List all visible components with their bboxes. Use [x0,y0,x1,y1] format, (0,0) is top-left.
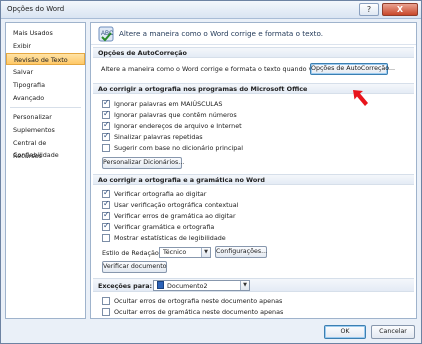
help-button[interactable]: ? [359,3,379,16]
checkbox[interactable]: ✓ [102,120,110,130]
checkmark-icon: ✓ [103,120,110,129]
option-label: Sinalizar palavras repetidas [114,133,203,141]
option-label: Ignorar endereços de arquivo e Internet [114,122,242,130]
proofing-check-icon: ABC [98,26,114,42]
option-label: Verificar ortografia ao digitar [114,190,207,198]
writing-style-value: Técnico [163,249,187,256]
sidebar-item-suplementos[interactable]: Suplementos [6,124,85,136]
writing-style-select[interactable]: Técnico ▼ [159,247,211,258]
title-bar: Opções do Word ? X [1,1,421,19]
checkmark-icon: ✓ [103,98,110,107]
option-label: Sugerir com base no dicionário principal [114,144,243,152]
chevron-down-icon[interactable]: ▼ [240,281,249,290]
option-label: Verificar erros de gramática ao digitar [114,212,236,220]
exceptions-document-value: Documento2 [167,283,208,290]
sidebar-item-recursos[interactable]: Recursos [6,150,85,162]
sidebar-item-tipografia[interactable]: Tipografia [6,79,85,91]
section-word-spelling: Ao corrigir a ortografia e a gramática n… [93,174,414,185]
checkbox[interactable]: ✓ [102,210,110,220]
sidebar-item-personalizar[interactable]: Personalizar [6,111,85,123]
option-label: Ignorar palavras em MAIÚSCULAS [114,100,223,108]
red-pointer-arrow-icon [353,90,368,106]
proofing-panel: ABC Altere a maneira como o Word corrige… [90,22,417,319]
custom-dictionaries-button[interactable]: Personalizar Dicionários... [102,157,184,169]
checkmark-icon: ✓ [103,131,110,140]
option-label: Verificar gramática e ortografia [114,223,215,231]
checkbox[interactable]: ✓ [102,188,110,198]
chevron-down-icon[interactable]: ▼ [201,248,210,257]
section-exceptions: Exceções para: [93,278,414,292]
option-label: Ocultar erros de ortografia neste docume… [114,297,283,305]
checkmark-icon: ✓ [103,188,110,197]
checkbox[interactable] [102,297,110,305]
exceptions-label: Exceções para: [98,282,153,290]
sidebar-item-central-de-confiabilidade[interactable]: Central de Confiabilidade [6,137,85,159]
checkbox[interactable]: ✓ [102,199,110,209]
check-document-button[interactable]: Verificar documento [102,261,167,273]
sidebar-item-exibir[interactable]: Exibir [6,40,85,52]
sidebar-item-avancado[interactable]: Avançado [6,92,85,104]
checkbox[interactable] [102,234,110,242]
checkbox[interactable] [102,308,110,316]
word-document-icon [157,281,164,289]
exceptions-document-select[interactable]: Documento2 ▼ [153,280,250,291]
option-label: Usar verificação ortográfica contextual [114,201,239,209]
writing-style-label: Estilo de Redação: [102,249,161,257]
checkmark-icon: ✓ [103,109,110,118]
sidebar-item-mais-usados[interactable]: Mais Usados [6,27,85,39]
checkbox[interactable] [102,144,110,152]
checkmark-icon: ✓ [103,221,110,230]
checkbox[interactable]: ✓ [102,221,110,231]
cancel-button[interactable]: Cancelar [371,325,415,339]
checkbox[interactable]: ✓ [102,131,110,141]
section-autocorrect: Opções de AutoCorreção [93,47,414,58]
checkbox[interactable]: ✓ [102,98,110,108]
panel-header: ABC Altere a maneira como o Word corrige… [91,23,416,45]
sidebar-divider [10,107,81,108]
checkmark-icon: ✓ [103,210,110,219]
checkmark-icon: ✓ [103,199,110,208]
word-options-window: Opções do Word ? X Mais Usados Exibir Re… [0,0,422,344]
options-sidebar: Mais Usados Exibir Revisão de Texto Salv… [5,22,86,319]
ok-button[interactable]: OK [324,325,366,339]
option-label: Ocultar erros de gramática neste documen… [114,308,284,316]
sidebar-item-revisao-de-texto[interactable]: Revisão de Texto [6,53,85,65]
option-label: Ignorar palavras que contêm números [114,111,237,119]
autocorrect-options-button[interactable]: Opções de AutoCorreção... [310,63,395,75]
option-label: Mostrar estatísticas de legibilidade [114,234,226,242]
sidebar-item-salvar[interactable]: Salvar [6,66,85,78]
close-button[interactable]: X [382,3,418,16]
checkbox[interactable]: ✓ [102,109,110,119]
window-title: Opções do Word [7,5,65,13]
grammar-settings-button[interactable]: Configurações... [215,246,267,258]
panel-header-text: Altere a maneira como o Word corrige e f… [119,29,324,38]
